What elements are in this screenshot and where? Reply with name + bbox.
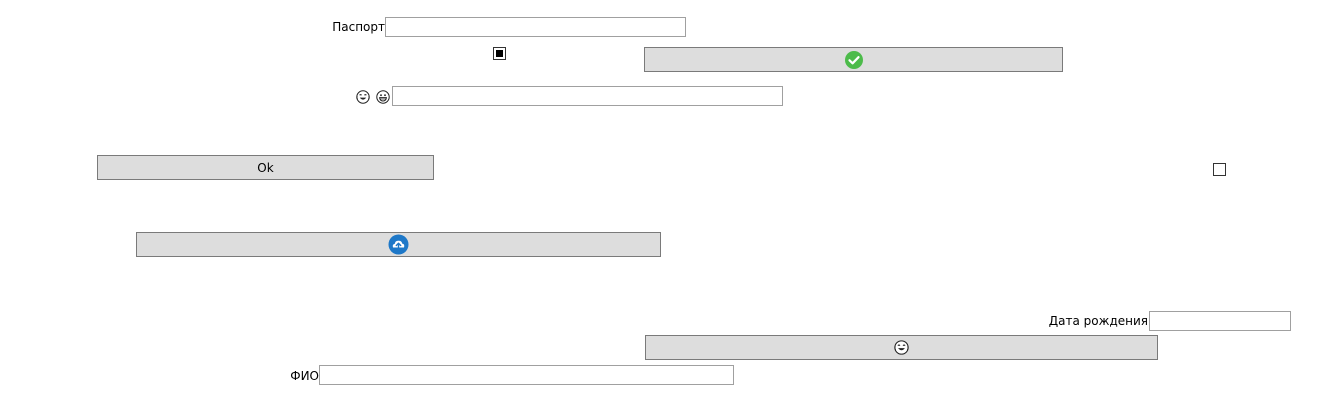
tears-of-joy-emoji-icon	[894, 340, 909, 355]
checkbox-mark	[496, 50, 503, 57]
birth-date-input[interactable]	[1149, 311, 1291, 331]
emoji-icon-button[interactable]	[645, 335, 1158, 360]
fio-label: ФИО	[290, 369, 319, 383]
grinning-emoji-icon	[376, 90, 390, 104]
cloud-upload-icon	[388, 234, 409, 255]
checkbox-unchecked[interactable]	[1213, 163, 1226, 176]
checkbox-checked[interactable]	[493, 47, 506, 60]
passport-input[interactable]	[385, 17, 686, 37]
upload-icon-button[interactable]	[136, 232, 661, 257]
birth-date-label: Дата рождения	[1048, 314, 1148, 328]
passport-label: Паспорт	[332, 20, 385, 34]
confirm-icon-button[interactable]	[644, 47, 1063, 72]
check-circle-icon	[844, 50, 863, 69]
tears-of-joy-emoji-icon	[356, 90, 370, 104]
fio-input[interactable]	[319, 365, 734, 385]
emoji-text-input[interactable]	[392, 86, 783, 106]
ok-button[interactable]: Ok	[97, 155, 434, 180]
